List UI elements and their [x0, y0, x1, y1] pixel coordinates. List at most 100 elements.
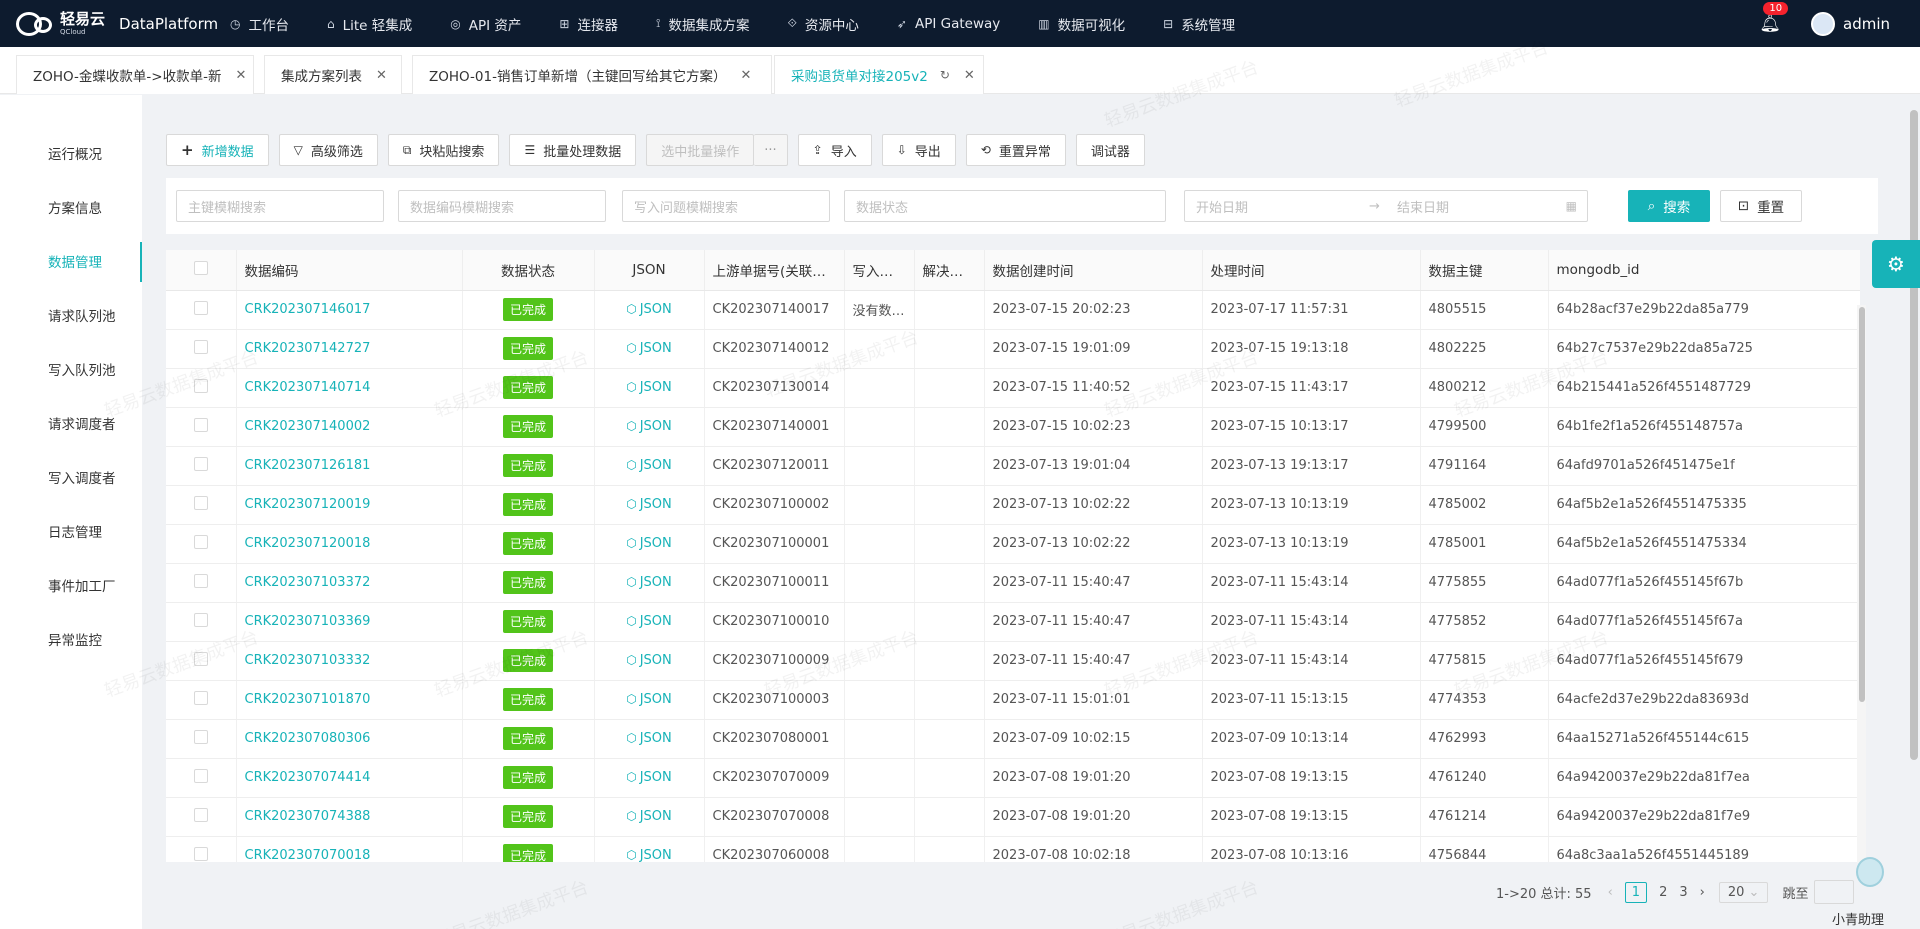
data-code-link[interactable]: CRK202307103372 [245, 575, 371, 590]
sidebar-item-write-scheduler[interactable]: 写入调度者 [48, 467, 116, 487]
table-row[interactable]: CRK202307120018 已完成 ⬡ JSON CK202307100001 202… [166, 524, 1860, 564]
row-checkbox[interactable] [193, 612, 208, 627]
page-2[interactable]: 2 [1659, 885, 1667, 900]
debugger-button[interactable]: 调试器 [1075, 134, 1145, 166]
table-row[interactable]: CRK202307101870 已完成 ⬡ JSON CK202307100003 202… [166, 680, 1860, 720]
row-checkbox[interactable] [193, 300, 208, 315]
goto-page-input[interactable] [1814, 880, 1855, 904]
tab-solution-list[interactable]: 集成方案列表 ✕ [264, 55, 402, 94]
username[interactable]: admin [1843, 15, 1890, 33]
prev-page-button[interactable]: ‹ [1608, 885, 1613, 900]
nav-item-0[interactable]: ◷ 工作台 [230, 14, 289, 34]
nav-item-5[interactable]: ⟐ 资源中心 [787, 14, 858, 34]
header-data-status[interactable]: 数据状态 [462, 250, 595, 291]
row-select-cell[interactable] [166, 407, 237, 447]
settings-float-button[interactable]: ⚙ [1872, 240, 1920, 288]
json-link[interactable]: ⬡ JSON [626, 341, 672, 356]
avatar[interactable] [1811, 11, 1835, 36]
row-select-cell[interactable] [166, 836, 237, 862]
row-checkbox[interactable] [193, 339, 208, 354]
paste-search-button[interactable]: ⧉ 块粘贴搜索 [387, 134, 500, 166]
json-link[interactable]: ⬡ JSON [626, 848, 672, 862]
code-search-input[interactable]: 数据编码模糊搜索 [398, 190, 606, 222]
sidebar-item-request-queue[interactable]: 请求队列池 [48, 305, 116, 325]
json-link[interactable]: ⬡ JSON [626, 731, 672, 746]
data-code-link[interactable]: CRK202307120019 [245, 497, 371, 512]
json-link[interactable]: ⬡ JSON [626, 770, 672, 785]
header-select-all[interactable] [166, 250, 237, 291]
json-link[interactable]: ⬡ JSON [626, 575, 672, 590]
row-select-cell[interactable] [166, 758, 237, 798]
json-link[interactable]: ⬡ JSON [626, 653, 672, 668]
selected-batch-button[interactable]: 选中批量操作 [646, 134, 755, 166]
table-scrollbar-thumb[interactable] [1859, 307, 1865, 702]
json-link[interactable]: ⬡ JSON [626, 614, 672, 629]
row-select-cell[interactable] [166, 641, 237, 681]
table-row[interactable]: CRK202307120019 已完成 ⬡ JSON CK202307100002 202… [166, 485, 1860, 525]
header-write-issue[interactable]: 写入… [844, 250, 915, 291]
select-all-checkbox[interactable] [193, 260, 208, 275]
row-select-cell[interactable] [166, 563, 237, 603]
close-icon[interactable]: ✕ [964, 68, 975, 83]
table-row[interactable]: CRK202307103369 已完成 ⬡ JSON CK202307100010 202… [166, 602, 1860, 642]
table-row[interactable]: CRK202307103332 已完成 ⬡ JSON CK202307100009 202… [166, 641, 1860, 681]
assistant-label[interactable]: 小青助理 [1832, 909, 1884, 928]
table-row[interactable]: CRK202307074388 已完成 ⬡ JSON CK202307070008 202… [166, 797, 1860, 837]
header-mongodb-id[interactable]: mongodb_id [1548, 250, 1860, 291]
table-row[interactable]: CRK202307126181 已完成 ⬡ JSON CK202307120011 202… [166, 446, 1860, 486]
tab-purchase-return[interactable]: 采购退货单对接205v2 ↻ ✕ [774, 55, 984, 94]
issue-search-input[interactable]: 写入问题模糊搜索 [622, 190, 830, 222]
row-select-cell[interactable] [166, 797, 237, 837]
row-select-cell[interactable] [166, 680, 237, 720]
notification-bell[interactable]: 🔔︎ 10 [1759, 1, 1789, 34]
row-select-cell[interactable] [166, 719, 237, 759]
header-upstream-no[interactable]: 上游单据号(关联… [704, 250, 845, 291]
tab-zoho-sales-order[interactable]: ZOHO-01-销售订单新增（主键回写给其它方案） ✕ [412, 55, 772, 94]
json-link[interactable]: ⬡ JSON [626, 497, 672, 512]
row-checkbox[interactable] [193, 846, 208, 861]
nav-item-4[interactable]: ⟟ 数据集成方案 [656, 14, 749, 34]
header-resolve[interactable]: 解决… [914, 250, 985, 291]
sidebar-item-solution-info[interactable]: 方案信息 [48, 197, 102, 217]
table-row[interactable]: CRK202307142727 已完成 ⬡ JSON CK202307140012 202… [166, 329, 1860, 369]
export-button[interactable]: ⇩ 导出 [881, 134, 956, 166]
data-code-link[interactable]: CRK202307126181 [245, 458, 371, 473]
row-select-cell[interactable] [166, 290, 237, 330]
header-json[interactable]: JSON [594, 250, 705, 291]
data-code-link[interactable]: CRK202307142727 [245, 341, 371, 356]
row-select-cell[interactable] [166, 524, 237, 564]
tab-zoho-receipt[interactable]: ZOHO-金蝶收款单->收款单-新 ✕ [16, 55, 254, 94]
row-select-cell[interactable] [166, 602, 237, 642]
row-checkbox[interactable] [193, 417, 208, 432]
sidebar-item-request-scheduler[interactable]: 请求调度者 [48, 413, 116, 433]
table-row[interactable]: CRK202307103372 已完成 ⬡ JSON CK202307100011 202… [166, 563, 1860, 603]
more-vertical-icon[interactable]: ⋮ [1884, 66, 1898, 82]
row-select-cell[interactable] [166, 368, 237, 408]
nav-item-3[interactable]: ⊞ 连接器 [559, 14, 618, 34]
header-created-time[interactable]: 数据创建时间 [984, 250, 1203, 291]
json-link[interactable]: ⬡ JSON [626, 536, 672, 551]
data-code-link[interactable]: CRK202307103332 [245, 653, 371, 668]
table-row[interactable]: CRK202307140002 已完成 ⬡ JSON CK202307140001 202… [166, 407, 1860, 447]
json-link[interactable]: ⬡ JSON [626, 419, 672, 434]
more-actions-button[interactable]: ··· [754, 134, 788, 166]
assistant-avatar[interactable] [1850, 855, 1890, 905]
row-checkbox[interactable] [193, 378, 208, 393]
row-checkbox[interactable] [193, 807, 208, 822]
nav-item-6[interactable]: ➶ API Gateway [897, 16, 1000, 32]
sidebar-item-event-factory[interactable]: 事件加工厂 [48, 575, 116, 595]
logo[interactable]: 轻易云 QCloud DataPlatform [0, 9, 230, 39]
data-code-link[interactable]: CRK202307140714 [245, 380, 371, 395]
sidebar-item-overview[interactable]: 运行概况 [48, 143, 102, 163]
sidebar-item-logs[interactable]: 日志管理 [48, 521, 102, 541]
json-link[interactable]: ⬡ JSON [626, 809, 672, 824]
advanced-filter-button[interactable]: ▽ 高级筛选 [278, 134, 378, 166]
nav-item-2[interactable]: ◎ API 资产 [450, 14, 521, 34]
batch-process-button[interactable]: ☰ 批量处理数据 [509, 134, 637, 166]
nav-item-8[interactable]: ⊟ 系统管理 [1163, 14, 1235, 34]
reset-error-button[interactable]: ⟲ 重置异常 [965, 134, 1066, 166]
search-button[interactable]: ⌕ 搜索 [1628, 190, 1710, 222]
table-row[interactable]: CRK202307146017 已完成 ⬡ JSON CK202307140017 没有数… [166, 290, 1860, 330]
close-icon[interactable]: ✕ [376, 68, 387, 83]
data-code-link[interactable]: CRK202307103369 [245, 614, 371, 629]
